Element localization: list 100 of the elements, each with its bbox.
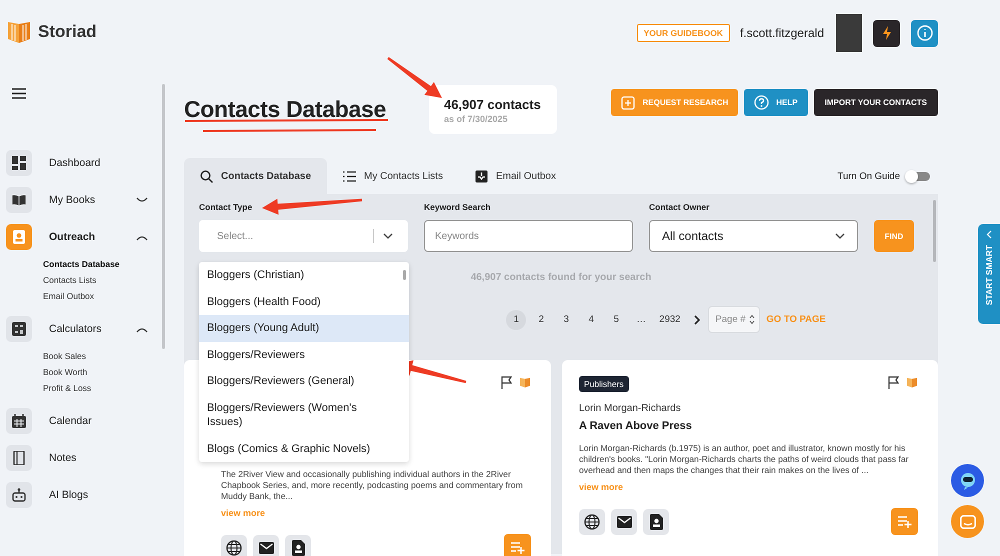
dropdown-option[interactable]: Bloggers/Reviewers xyxy=(199,342,409,368)
info-icon xyxy=(916,25,932,41)
page-link[interactable]: 1 xyxy=(506,310,526,330)
contact-description: Lorin Morgan-Richards (b.1975) is an author, poet and illustrator, known mostly for his children's books. "Lorin Morgan-Richards charts the paths of weird clouds that pass far overhead and then maps the changes that their rain makes on the lives of ... xyxy=(579,443,910,476)
envelope-icon xyxy=(616,516,632,528)
playlist-add-icon xyxy=(898,516,912,528)
help-icon xyxy=(754,94,770,110)
username: f.scott.fitzgerald xyxy=(740,26,824,40)
sidebar-subitem[interactable]: Contacts Database xyxy=(43,256,162,272)
organization-name: A Raven Above Press xyxy=(579,420,693,432)
brand-name: Storiad xyxy=(38,22,97,42)
chat-icon xyxy=(960,514,976,528)
sidebar-item[interactable]: AI Blogs xyxy=(6,482,162,508)
chevron-down-icon xyxy=(383,233,393,239)
sidebar-item[interactable]: Calendar xyxy=(6,408,162,434)
contact-owner-dropdown[interactable]: All contacts xyxy=(649,220,858,252)
sidebar-subitem[interactable]: Email Outbox xyxy=(43,288,162,304)
chevron-up-icon[interactable] xyxy=(136,234,148,240)
import-button[interactable]: IMPORT YOUR CONTACTS xyxy=(814,88,938,116)
contact-count: 46,907 contacts xyxy=(444,96,541,112)
clipboard-plus-icon xyxy=(621,94,636,110)
page-link[interactable]: 3 xyxy=(556,310,576,330)
chevron-up-icon[interactable] xyxy=(136,326,148,332)
chevron-down-icon xyxy=(835,233,845,239)
dropdown-option[interactable]: Bloggers (Christian) xyxy=(199,262,409,288)
contact-type-dropdown[interactable]: Select... xyxy=(199,220,408,252)
category-tag: Publishers xyxy=(579,376,629,392)
count-date: as of 7/30/2025 xyxy=(444,114,509,124)
spinner-arrows-icon xyxy=(749,314,756,325)
robot-icon xyxy=(12,488,26,502)
menu-icon[interactable] xyxy=(12,88,26,99)
contact-description: The 2River View and occasionally publishing individual authors in the 2River Chapbook Series, and, more recently, podcasting poems and commentary from Muddy Bank, the... xyxy=(221,469,524,502)
field-label: Keyword Search xyxy=(424,202,491,212)
contact-card-button[interactable] xyxy=(643,508,669,534)
globe-icon xyxy=(226,540,242,556)
lightning-icon xyxy=(882,26,892,40)
scrollbar[interactable] xyxy=(933,200,936,262)
arrow-annotation xyxy=(387,57,442,98)
page-title: Contacts Database xyxy=(184,96,386,122)
page-link[interactable]: 2932 xyxy=(656,310,684,330)
sidebar-subitem[interactable]: Book Worth xyxy=(43,364,162,380)
sidebar-item[interactable]: Notes xyxy=(6,445,162,471)
contact-file-icon xyxy=(650,514,662,530)
guide-label: Turn On Guide xyxy=(838,170,900,182)
flag-icon[interactable] xyxy=(501,376,512,389)
page-link[interactable]: 5 xyxy=(606,310,626,330)
sidebar-subitem[interactable]: Book Sales xyxy=(43,348,162,364)
page-link[interactable]: 2 xyxy=(531,310,552,330)
chevron-right-icon[interactable] xyxy=(694,314,700,324)
website-button[interactable] xyxy=(221,534,247,556)
chevron-left-icon xyxy=(986,230,992,239)
dropdown-option[interactable]: Blogs (Comics & Graphic Novels) xyxy=(199,436,409,462)
help-button[interactable]: HELP xyxy=(744,88,808,116)
dropdown-option[interactable]: Bloggers/Reviewers (General) xyxy=(199,368,409,394)
playlist-add-icon xyxy=(510,542,524,554)
contact-card-button[interactable] xyxy=(285,534,311,556)
calculator-icon xyxy=(12,322,26,336)
notebook-icon xyxy=(12,451,26,465)
results-count: 46,907 contacts found for your search xyxy=(470,272,652,283)
page-link[interactable]: … xyxy=(631,310,652,330)
sidebar-item[interactable]: Calculators xyxy=(6,316,162,342)
sidebar-item[interactable]: Dashboard xyxy=(6,150,162,176)
sidebar-subitem[interactable]: Profit & Loss xyxy=(43,380,162,396)
flag-icon[interactable] xyxy=(888,376,899,389)
list-icon xyxy=(343,170,356,182)
start-smart-tab[interactable]: START SMART xyxy=(978,224,1000,324)
field-label: Contact Owner xyxy=(649,202,710,212)
scrollbar[interactable] xyxy=(162,84,165,349)
contact-card-icon xyxy=(12,230,26,244)
dashboard-icon xyxy=(12,156,26,170)
keyword-field[interactable]: Keywords xyxy=(424,220,633,252)
tab[interactable]: My Contacts Lists xyxy=(327,158,459,194)
dropdown-option[interactable]: Bloggers/Reviewers (Women's Issues) xyxy=(199,394,409,436)
lightning-button[interactable] xyxy=(873,20,900,46)
inbox-icon xyxy=(474,170,488,182)
chevron-down-icon[interactable] xyxy=(136,196,148,204)
dropdown-option[interactable]: Bloggers (Health Food) xyxy=(199,288,409,315)
info-button[interactable] xyxy=(911,20,938,46)
search-icon xyxy=(200,170,213,182)
book-logo-icon xyxy=(6,20,32,44)
sidebar-item[interactable]: Outreach xyxy=(6,224,162,250)
tab[interactable]: Contacts Database xyxy=(184,158,328,194)
dropdown-option[interactable]: Bloggers (Young Adult) xyxy=(199,315,409,342)
email-button[interactable] xyxy=(253,534,279,556)
email-button[interactable] xyxy=(611,508,637,534)
contact-file-icon xyxy=(292,540,304,556)
guide-toggle[interactable] xyxy=(906,172,930,180)
calendar-icon xyxy=(12,414,26,428)
website-button[interactable] xyxy=(579,508,605,534)
page-link[interactable]: 4 xyxy=(581,310,602,330)
book-icon xyxy=(12,193,26,207)
scrollbar[interactable] xyxy=(403,270,406,280)
field-label: Contact Type xyxy=(199,202,252,212)
sidebar-item[interactable]: My Books xyxy=(6,187,162,213)
globe-icon xyxy=(584,514,600,530)
envelope-icon xyxy=(258,542,274,554)
contact-name: Lorin Morgan-Richards xyxy=(579,403,682,414)
chatbot-button[interactable] xyxy=(951,464,984,497)
tab[interactable]: Email Outbox xyxy=(458,158,572,194)
sidebar-subitem[interactable]: Contacts Lists xyxy=(43,272,162,288)
